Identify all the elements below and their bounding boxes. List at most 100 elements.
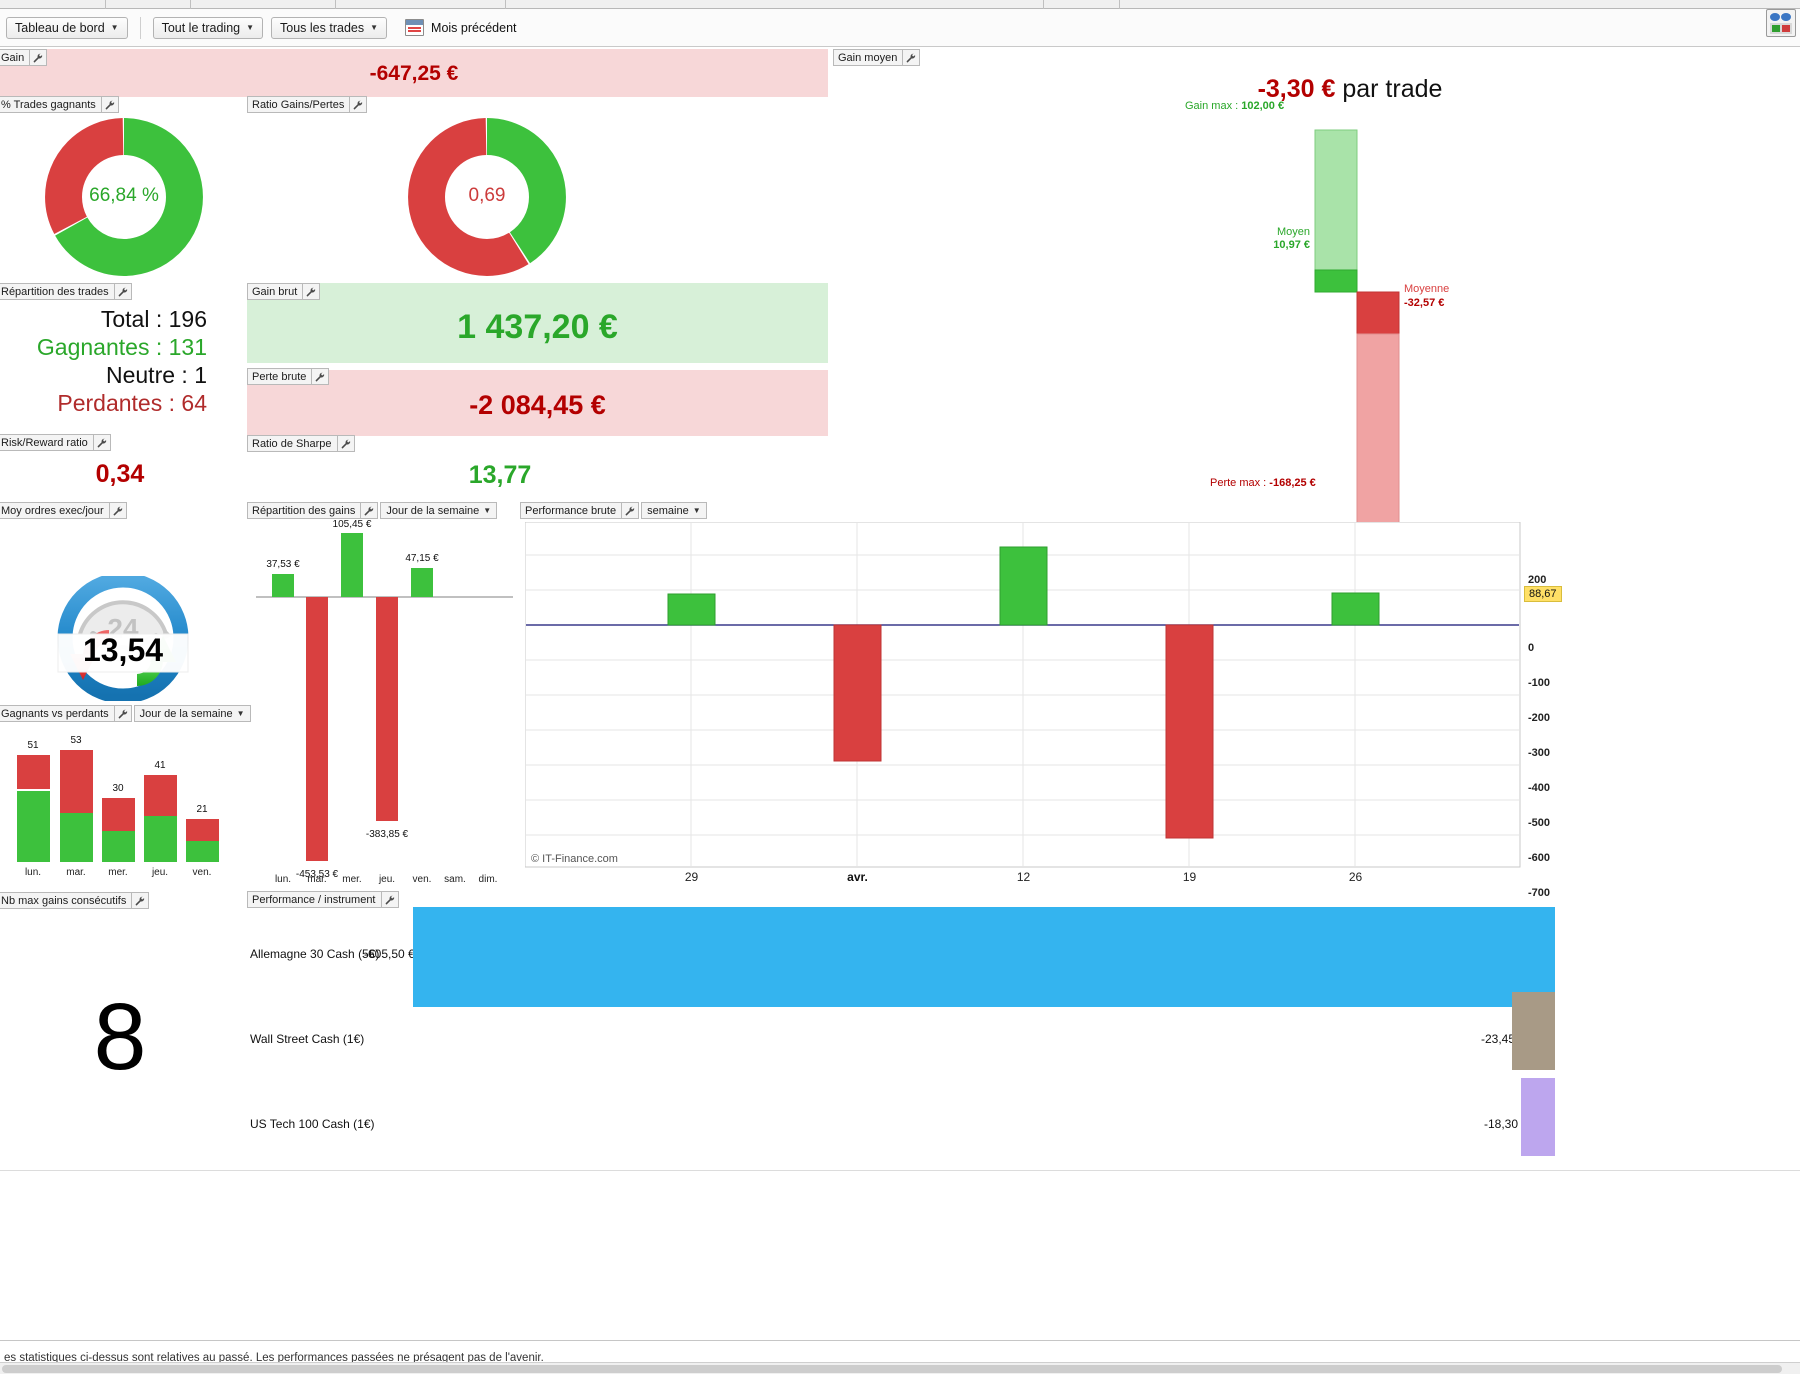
gagnants-perdants-header: Gagnants vs perdants Jour de la semaine … <box>0 705 251 722</box>
chevron-down-icon: ▼ <box>110 22 119 32</box>
performance-brute-title: Performance brute <box>520 502 623 519</box>
repartition-gains-dropdown-label: Jour de la semaine <box>386 504 480 517</box>
gagnants-perdants-title: Gagnants vs perdants <box>0 705 115 722</box>
wrench-icon[interactable] <box>30 49 48 66</box>
performance-brute-marker-badge: 88,67 <box>1524 586 1562 602</box>
instrument-label-0: Allemagne 30 Cash (5€) <box>250 947 380 961</box>
instrument-bar-2 <box>1521 1078 1555 1156</box>
moy-ordres-header: Moy ordres exec/jour <box>0 502 127 519</box>
trades-filter-button[interactable]: Tous les trades ▼ <box>271 16 388 39</box>
risk-reward-title: Risk/Reward ratio <box>0 434 94 451</box>
moy-ordres-title: Moy ordres exec/jour <box>0 502 110 519</box>
chevron-down-icon: ▼ <box>236 708 245 718</box>
wrench-icon[interactable] <box>622 502 640 519</box>
svg-text:mer.: mer. <box>108 867 127 878</box>
wrench-icon[interactable] <box>312 368 330 385</box>
repartition-row-total: Total : 196 <box>100 306 207 332</box>
gain-moyen-headline-suffix: par trade <box>1335 75 1443 103</box>
wrench-icon[interactable] <box>109 502 127 519</box>
repartition-trades-header: Répartition des trades <box>0 283 132 300</box>
calendar-icon <box>405 19 425 36</box>
perte-max-label: Perte max : <box>1210 477 1270 489</box>
period-selector[interactable]: Mois précédent <box>405 19 517 36</box>
toolbar-divider <box>139 16 141 39</box>
repartition-gains-dropdown[interactable]: Jour de la semaine ▼ <box>380 502 498 519</box>
chevron-down-icon: ▼ <box>246 22 255 32</box>
performance-brute-xaxis: 29 avr. 12 19 26 <box>684 870 1363 884</box>
wrench-icon[interactable] <box>132 892 150 909</box>
layout-toggle-icon[interactable] <box>1766 9 1796 37</box>
repartition-row-perdantes: Perdantes : 64 <box>57 390 207 416</box>
instrument-bar-0 <box>413 907 1555 1007</box>
winrate-header: % Trades gagnants <box>0 96 119 113</box>
gagnants-perdants-dropdown[interactable]: Jour de la semaine ▼ <box>133 705 251 722</box>
svg-text:51: 51 <box>27 740 39 751</box>
gain-moyen-headline-value: -3,30 € <box>1257 75 1336 103</box>
wrench-icon[interactable] <box>337 435 355 452</box>
repartition-row-total-label: Total <box>100 306 150 332</box>
dashboard-button-label: Tableau de bord <box>15 20 105 35</box>
moyen-gain-label: Moyen <box>1276 226 1310 238</box>
repartition-row-total-value: 196 <box>168 306 207 332</box>
nb-max-gains-title: Nb max gains consécutifs <box>0 892 133 909</box>
perte-max-value: -168,25 € <box>1269 477 1316 489</box>
repartition-trades-list: Total : 196 Gagnantes : 131 Neutre : 1 P… <box>0 305 207 417</box>
moyenne-perte-label: Moyenne <box>1404 283 1450 295</box>
svg-text:ven.: ven. <box>193 867 212 878</box>
wrench-icon[interactable] <box>114 283 132 300</box>
dashboard-root: Tableau de bord ▼ Tout le trading ▼ Tous… <box>0 0 1800 1374</box>
gain-brut-header: Gain brut <box>247 283 321 300</box>
risk-reward-header: Risk/Reward ratio <box>0 434 111 451</box>
performance-brute-dropdown[interactable]: semaine ▼ <box>641 502 707 519</box>
nb-max-gains-header: Nb max gains consécutifs <box>0 892 150 909</box>
horizontal-scrollbar[interactable] <box>0 1362 1800 1374</box>
svg-text:mar.: mar. <box>66 867 85 878</box>
moyenne-perte-value: -32,57 € <box>1404 297 1445 309</box>
wrench-icon[interactable] <box>361 502 379 519</box>
svg-text:lun.: lun. <box>275 874 291 885</box>
wrench-icon[interactable] <box>101 96 119 113</box>
scope-button[interactable]: Tout le trading ▼ <box>152 16 264 39</box>
gagnants-perdants-chart: 51 53 30 41 21 lun. mar. mer. jeu. ven. <box>17 735 219 878</box>
wrench-icon[interactable] <box>381 891 399 908</box>
gain-panel-title: Gain <box>0 49 31 66</box>
scrollbar-thumb[interactable] <box>2 1365 1782 1373</box>
perte-brute-value: -2 084,45 € <box>469 390 606 420</box>
svg-text:30: 30 <box>112 783 124 794</box>
gain-max-label: Gain max : <box>1185 100 1242 112</box>
performance-instrument-header: Performance / instrument <box>247 891 399 908</box>
gain-max-annotation: Gain max : 102,00 € <box>1185 100 1445 112</box>
svg-text:105,45 €: 105,45 € <box>333 520 372 530</box>
svg-text:jeu.: jeu. <box>151 867 168 878</box>
gain-brut-value: 1 437,20 € <box>457 308 618 346</box>
svg-text:jeu.: jeu. <box>378 874 395 885</box>
svg-text:-383,85 €: -383,85 € <box>366 829 409 840</box>
svg-text:lun.: lun. <box>25 867 41 878</box>
gain-moyen-header: Gain moyen <box>833 49 921 66</box>
wrench-icon[interactable] <box>303 283 321 300</box>
svg-text:41: 41 <box>154 760 166 771</box>
moy-ordres-value: 13,54 <box>82 632 164 668</box>
trades-filter-label: Tous les trades <box>280 20 365 35</box>
ratio-sharpe-value: 13,77 <box>468 461 532 489</box>
repartition-row-perdantes-label: Perdantes <box>57 390 163 416</box>
risk-reward-value: 0,34 <box>95 460 145 488</box>
svg-text:47,15 €: 47,15 € <box>405 553 439 564</box>
wrench-icon[interactable] <box>114 705 132 722</box>
svg-text:mer.: mer. <box>342 874 361 885</box>
instrument-label-2: US Tech 100 Cash (1€) <box>250 1117 375 1131</box>
instrument-label-1: Wall Street Cash (1€) <box>250 1032 365 1046</box>
performance-instrument-title: Performance / instrument <box>247 891 382 908</box>
moyen-gain-value: 10,97 € <box>1273 239 1310 251</box>
ratio-gp-title: Ratio Gains/Pertes <box>247 96 351 113</box>
dashboard-button[interactable]: Tableau de bord ▼ <box>6 16 128 39</box>
wrench-icon[interactable] <box>93 434 111 451</box>
chevron-down-icon: ▼ <box>483 505 492 515</box>
repartition-row-gagnantes-value: 131 <box>168 334 207 360</box>
svg-text:dim.: dim. <box>479 874 498 885</box>
wrench-icon[interactable] <box>350 96 368 113</box>
wrench-icon[interactable] <box>903 49 921 66</box>
chevron-down-icon: ▼ <box>692 505 701 515</box>
performance-brute-chart[interactable]: © IT-Finance.com <box>525 522 1525 894</box>
svg-text:mar.: mar. <box>307 874 326 885</box>
